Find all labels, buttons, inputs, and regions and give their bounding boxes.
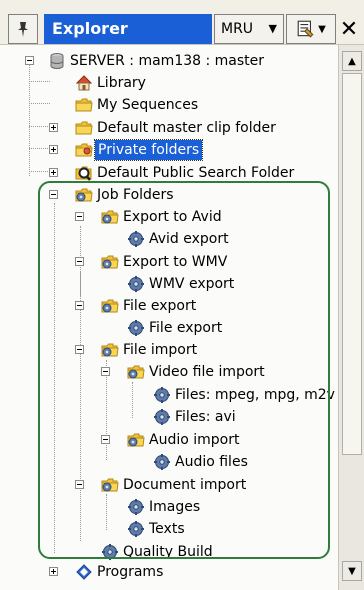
scroll-up-button[interactable]: ▲ — [342, 51, 362, 71]
database-icon — [48, 52, 66, 70]
tree-item-label: SERVER : mam138 : master — [70, 53, 265, 69]
vertical-scrollbar[interactable]: ▲ ▼ — [338, 45, 364, 590]
tree-item-label: Default Public Search Folder — [97, 165, 295, 181]
expand-toggle-programs[interactable] — [49, 567, 58, 576]
tree-item-label: Programs — [97, 564, 164, 580]
explorer-title: Explorer — [44, 14, 212, 44]
job-folders-highlight-frame — [38, 181, 330, 559]
tree-line — [29, 103, 50, 104]
tree-line — [29, 148, 50, 149]
tree-line — [29, 171, 50, 172]
expand-toggle-master-clip[interactable] — [49, 123, 58, 132]
library-icon — [75, 74, 93, 92]
close-icon: ✕ — [339, 16, 359, 42]
folder-icon — [75, 96, 93, 114]
mru-label: MRU — [221, 21, 254, 37]
expand-toggle-private-folders[interactable] — [49, 145, 58, 154]
tree-item-label: Library — [97, 75, 146, 91]
expand-toggle-public-search[interactable] — [49, 168, 58, 177]
explorer-header: Explorer MRU ▼ ▼ ✕ — [0, 0, 364, 45]
properties-button[interactable]: ▼ — [286, 14, 336, 44]
pin-button[interactable] — [8, 14, 38, 44]
scroll-down-button[interactable]: ▼ — [342, 561, 362, 581]
programs-icon — [75, 563, 93, 581]
search-folder-icon — [75, 164, 93, 182]
properties-dropdown-icon: ▼ — [318, 23, 326, 35]
tree-item-label: Private folders — [93, 139, 204, 161]
mru-dropdown-button[interactable]: MRU ▼ — [214, 14, 284, 44]
private-folder-icon — [75, 141, 93, 159]
collapse-toggle-server[interactable] — [25, 56, 34, 65]
chevron-down-icon: ▼ — [268, 22, 277, 35]
tree-line — [29, 81, 50, 82]
explorer-tree[interactable]: SERVER : mam138 : master Library My Sequ… — [0, 45, 338, 590]
close-button[interactable]: ✕ — [336, 14, 362, 44]
scroll-thumb[interactable] — [342, 73, 362, 455]
tree-line — [29, 126, 50, 127]
tree-item-label: My Sequences — [97, 97, 199, 113]
tree-item-label: Default master clip folder — [97, 120, 276, 136]
folder-icon — [75, 119, 93, 137]
pin-icon — [14, 20, 32, 38]
properties-icon — [296, 19, 316, 39]
scroll-down-icon: ▼ — [348, 565, 356, 577]
scroll-up-icon: ▲ — [348, 55, 356, 67]
